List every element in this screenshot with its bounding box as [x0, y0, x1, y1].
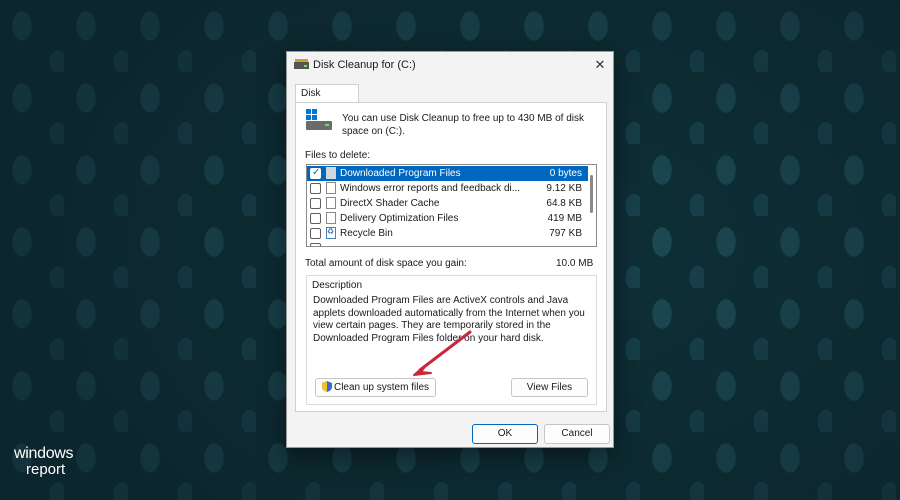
- file-name: DirectX Shader Cache: [340, 198, 440, 209]
- file-size: 797 KB: [549, 228, 582, 239]
- logo-line-1: windows: [14, 445, 74, 462]
- files-to-delete-label: Files to delete:: [305, 150, 371, 161]
- checkbox[interactable]: [310, 183, 321, 194]
- view-files-button[interactable]: View Files: [511, 378, 588, 397]
- file-icon: [326, 197, 336, 209]
- list-scrollbar[interactable]: [590, 175, 593, 213]
- folder-icon: [326, 167, 336, 179]
- drive-icon: [306, 109, 332, 130]
- recycle-bin-icon: [326, 227, 336, 239]
- logo-line-2: report: [26, 461, 66, 478]
- windows-report-logo: windows report: [14, 445, 74, 478]
- list-item[interactable]: Delivery Optimization Files 419 MB: [307, 211, 588, 226]
- checkbox[interactable]: [310, 243, 321, 246]
- clean-up-system-files-label: Clean up system files: [333, 382, 430, 393]
- file-size: 0 bytes: [549, 168, 582, 179]
- file-name: Downloaded Program Files: [340, 168, 461, 179]
- clean-up-system-files-button[interactable]: Clean up system files: [315, 378, 436, 397]
- file-name: Windows error reports and feedback di...: [340, 183, 520, 194]
- total-gain-label: Total amount of disk space you gain:: [305, 258, 467, 269]
- description-title: Description: [312, 280, 363, 291]
- uac-shield-icon: [321, 381, 332, 392]
- checkbox[interactable]: [310, 213, 321, 224]
- title-bar[interactable]: Disk Cleanup for (C:) ✕: [287, 52, 613, 78]
- description-text: Downloaded Program Files are ActiveX con…: [313, 295, 585, 344]
- file-name: Recycle Bin: [340, 228, 393, 239]
- file-icon: [326, 182, 336, 194]
- disk-cleanup-dialog: Disk Cleanup for (C:) ✕ Disk Cleanup You…: [286, 51, 614, 448]
- close-button[interactable]: ✕: [591, 56, 609, 74]
- file-size: 64.8 KB: [546, 198, 582, 209]
- files-list[interactable]: Downloaded Program Files 0 bytes Windows…: [306, 164, 597, 247]
- list-item[interactable]: Recycle Bin 797 KB: [307, 226, 588, 241]
- list-item[interactable]: DirectX Shader Cache 64.8 KB: [307, 196, 588, 211]
- file-size: 419 MB: [547, 213, 582, 224]
- dialog-title: Disk Cleanup for (C:): [313, 59, 416, 71]
- file-icon: [326, 212, 336, 224]
- total-gain-value: 10.0 MB: [556, 258, 594, 269]
- list-item[interactable]: Downloaded Program Files 0 bytes: [307, 166, 588, 181]
- intro-text: You can use Disk Cleanup to free up to 4…: [342, 113, 584, 137]
- checkbox[interactable]: [310, 228, 321, 239]
- close-icon: ✕: [594, 57, 606, 72]
- tab-disk-cleanup[interactable]: Disk Cleanup: [295, 84, 359, 117]
- checkbox[interactable]: [310, 198, 321, 209]
- file-name: Delivery Optimization Files: [340, 213, 459, 224]
- file-size: 9.12 KB: [546, 183, 582, 194]
- cancel-button[interactable]: Cancel: [544, 424, 610, 444]
- disk-cleanup-panel: You can use Disk Cleanup to free up to 4…: [295, 102, 607, 412]
- list-item[interactable]: [307, 241, 588, 246]
- ok-button[interactable]: OK: [472, 424, 538, 444]
- disk-cleanup-icon: [294, 59, 309, 69]
- checkbox[interactable]: [310, 167, 321, 179]
- list-item[interactable]: Windows error reports and feedback di...…: [307, 181, 588, 196]
